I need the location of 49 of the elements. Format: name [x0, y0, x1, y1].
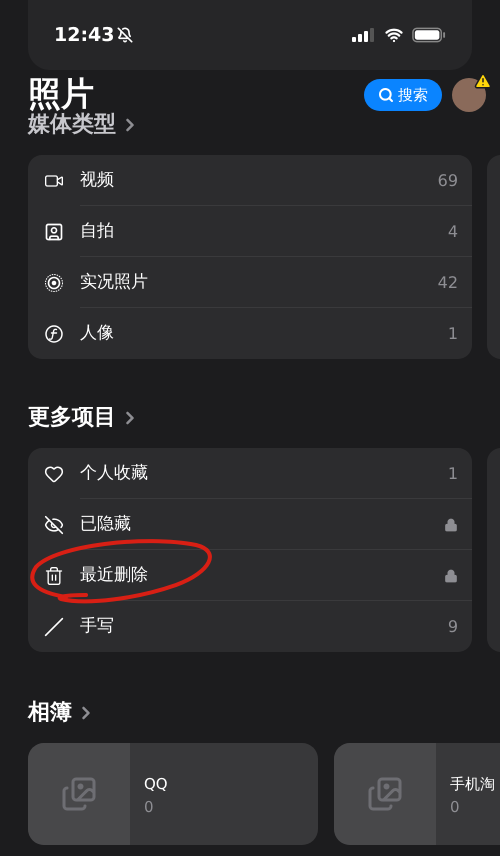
person-square-icon	[44, 222, 64, 242]
album-card[interactable]: 手机淘 0	[334, 743, 500, 845]
photos-icon	[367, 776, 403, 812]
list-item[interactable]: 手写 9	[28, 601, 472, 652]
item-count: 42	[438, 272, 458, 294]
item-label: 手写	[80, 614, 114, 638]
item-count: 1	[448, 462, 458, 484]
item-label: 视频	[80, 168, 114, 192]
search-icon	[378, 87, 394, 103]
section-title[interactable]: 相簿	[28, 696, 72, 729]
album-name: QQ	[144, 774, 168, 795]
pen-stroke-icon	[44, 616, 64, 636]
photos-icon	[61, 776, 97, 812]
item-count: 1	[448, 322, 458, 344]
album-card[interactable]: QQ 0	[28, 743, 318, 845]
circled-f-icon	[44, 324, 64, 344]
item-label: 人像	[80, 322, 114, 345]
page-title: 照片	[28, 74, 94, 113]
wifi-icon	[384, 26, 404, 44]
list-item[interactable]: 最近删除	[28, 550, 472, 601]
status-time: 12:43	[54, 22, 114, 48]
section-title[interactable]: 更多项目	[28, 401, 116, 434]
item-label: 个人收藏	[80, 462, 148, 485]
item-label: 最近删除	[80, 564, 148, 587]
item-label: 实况照片	[80, 270, 148, 294]
item-count: 69	[438, 170, 458, 192]
list-item[interactable]: 个人收藏 1	[28, 448, 472, 499]
item-label: 自拍	[80, 220, 114, 243]
avatar[interactable]	[452, 78, 486, 112]
search-button[interactable]: 搜索	[364, 79, 442, 111]
album-name: 手机淘	[450, 774, 495, 795]
list-item[interactable]: 自拍 4	[28, 206, 472, 257]
heart-icon	[44, 464, 64, 484]
list-item[interactable]: 人像 1	[28, 308, 472, 359]
item-label: 已隐藏	[80, 512, 131, 536]
list-item[interactable]: 已隐藏	[28, 499, 472, 550]
album-count: 0	[144, 796, 155, 818]
lock-icon	[444, 516, 458, 532]
list-item[interactable]: 视频 69	[28, 155, 472, 206]
item-count: 9	[448, 616, 458, 638]
concentric-circles-icon	[44, 272, 64, 292]
lock-icon	[444, 568, 458, 584]
signal-icon	[352, 28, 376, 42]
album-count: 0	[450, 796, 461, 818]
item-count: 4	[448, 220, 458, 242]
trash-icon	[44, 566, 64, 586]
list-item[interactable]: 实况照片 42	[28, 257, 472, 308]
eye-slash-icon	[44, 514, 64, 534]
battery-icon	[412, 27, 446, 43]
